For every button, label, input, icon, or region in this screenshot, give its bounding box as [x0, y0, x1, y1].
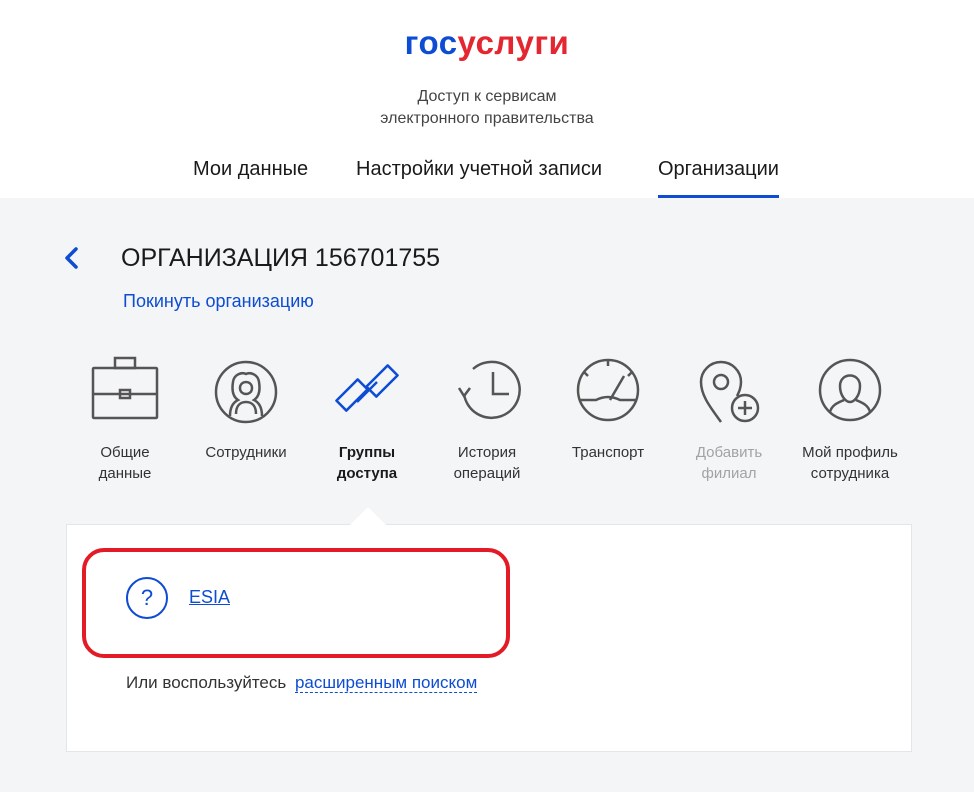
help-icon[interactable]: ? [126, 577, 168, 619]
group-link-esia[interactable]: ESIA [189, 587, 230, 608]
tile-employees[interactable]: Сотрудники [186, 352, 306, 463]
tagline: Доступ к сервисам электронного правитель… [0, 86, 974, 130]
card-pointer [350, 507, 386, 525]
nav-account-settings[interactable]: Настройки учетной записи [356, 158, 602, 181]
tile-add-branch[interactable]: Добавить филиал [669, 352, 789, 484]
organization-title: ОРГАНИЗАЦИЯ 156701755 [121, 244, 441, 272]
employees-icon [214, 360, 278, 424]
top-nav: Мои данные Настройки учетной записи Орга… [0, 156, 974, 198]
tile-transport[interactable]: Транспорт [548, 352, 668, 463]
tile-label: Мой профиль сотрудника [802, 444, 898, 482]
profile-icon [818, 358, 882, 422]
nav-my-data[interactable]: Мои данные [193, 158, 308, 181]
history-icon [457, 360, 521, 420]
tagline-line-1: Доступ к сервисам [417, 88, 557, 105]
tile-access-groups[interactable]: Группы доступа [307, 352, 427, 484]
tile-label: Группы доступа [336, 444, 398, 482]
tagline-line-2: электронного правительства [380, 110, 594, 127]
chain-link-icon [335, 364, 399, 412]
tile-general-data[interactable]: Общие данные [65, 352, 185, 484]
gosuslugi-logo[interactable]: госуслуги [0, 24, 974, 62]
tile-label: История операций [453, 444, 521, 482]
tile-operations-history[interactable]: История операций [427, 352, 547, 484]
logo-part-gos: гос [404, 24, 458, 61]
logo-part-uslugi: услуги [457, 24, 570, 61]
back-chevron-icon[interactable] [62, 246, 82, 270]
speedometer-icon [576, 358, 640, 422]
tile-label: Транспорт [571, 444, 645, 461]
header: госуслуги Доступ к сервисам электронного… [0, 0, 974, 198]
advanced-search-link[interactable]: расширенным поиском [294, 673, 478, 693]
briefcase-icon [91, 356, 159, 420]
search-prefix: Или воспользуйтесь [126, 673, 287, 692]
tile-my-employee-profile[interactable]: Мой профиль сотрудника [790, 352, 910, 484]
leave-organization-link[interactable]: Покинуть организацию [123, 291, 314, 312]
advanced-search-line: Или воспользуйтесь расширенным поиском [126, 673, 478, 693]
tile-label: Общие данные [98, 444, 152, 482]
nav-organizations[interactable]: Организации [658, 158, 779, 198]
add-location-icon [699, 360, 760, 423]
tile-label: Добавить филиал [695, 444, 763, 482]
tile-label: Сотрудники [205, 444, 287, 461]
